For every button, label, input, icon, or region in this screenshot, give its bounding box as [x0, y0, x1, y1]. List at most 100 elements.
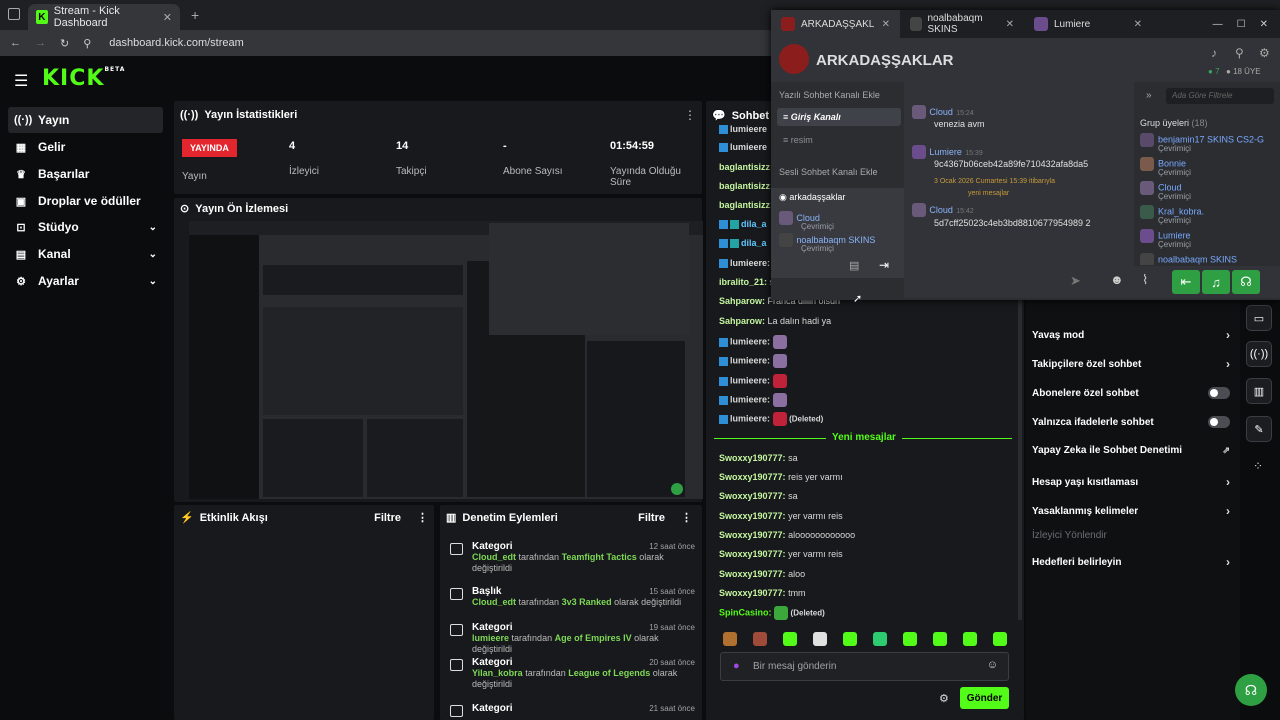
- back-icon[interactable]: ←: [10, 37, 21, 49]
- emote-icon[interactable]: [873, 632, 887, 646]
- kick-logo[interactable]: KICKBETA: [42, 66, 125, 91]
- apps-icon[interactable]: ⁘: [1253, 459, 1263, 473]
- menu-icon[interactable]: ☰: [14, 71, 28, 91]
- layout-rail-icon[interactable]: ▥: [1246, 378, 1272, 404]
- bolt-icon: ⚡: [180, 512, 194, 524]
- gear-icon[interactable]: ⚙: [1259, 46, 1270, 60]
- emote-icon[interactable]: [783, 632, 797, 646]
- calendar-icon[interactable]: ▤: [849, 259, 859, 272]
- add-voice-channel[interactable]: Sesli Sohbet Kanalı Ekle: [779, 167, 878, 177]
- send-icon[interactable]: ➤: [1070, 273, 1081, 289]
- voice-channel[interactable]: ◉ arkadaşşaklar: [779, 192, 845, 203]
- discord-tab-2[interactable]: noalbabaqm SKINS ✕: [900, 10, 1024, 38]
- setting-goals[interactable]: Hedefleri belirleyin ›: [1032, 555, 1230, 569]
- headphones-icon[interactable]: ☊: [1232, 270, 1260, 294]
- chat-input-placeholder: Bir mesaj gönderin: [753, 661, 837, 672]
- chat-rail-icon[interactable]: ▭: [1246, 305, 1272, 331]
- stats-more-icon[interactable]: ⋮: [684, 108, 696, 122]
- emote-icon[interactable]: [963, 632, 977, 646]
- support-icon[interactable]: ☊: [1235, 674, 1267, 706]
- send-button[interactable]: Gönder: [960, 687, 1009, 709]
- group-member[interactable]: noalbabaqm SKINS: [1140, 253, 1237, 265]
- group-title: Grup üyeleri (18): [1140, 118, 1208, 128]
- close-tab-icon[interactable]: ✕: [163, 11, 172, 24]
- sidebar-item-gelir[interactable]: ▦ Gelir: [8, 134, 163, 160]
- setting-account-age[interactable]: Hesap yaşı kısıtlaması ›: [1032, 475, 1230, 489]
- group-member[interactable]: Bonnie Çevrimiçi: [1140, 157, 1191, 177]
- attach-icon[interactable]: ⌇: [1142, 272, 1148, 288]
- close-window-icon[interactable]: ✕: [1260, 19, 1268, 30]
- discord-tab-1[interactable]: ARKADAŞŞAKL ✕: [771, 10, 900, 38]
- emote-icon[interactable]: [723, 632, 737, 646]
- group-member[interactable]: Lumiere Çevrimiçi: [1140, 229, 1191, 249]
- browser-tab[interactable]: K Stream - Kick Dashboard ✕: [28, 4, 180, 30]
- group-member[interactable]: Cloud Çevrimiçi: [1140, 181, 1191, 201]
- chat-settings-icon[interactable]: ⚙: [939, 692, 949, 705]
- broadcast-rail-icon[interactable]: ((·)): [1246, 341, 1272, 367]
- forward-icon[interactable]: →: [35, 37, 46, 49]
- setting-banned-words[interactable]: Yasaklanmış kelimeler ›: [1032, 504, 1230, 518]
- sidebar-item-studyo[interactable]: ⊡ Stüdyo ⌄: [8, 214, 163, 240]
- bell-icon[interactable]: ♪: [1211, 46, 1217, 60]
- chat-message: baglantisizz:: [719, 181, 774, 191]
- chat-icon: 💬: [712, 110, 726, 122]
- emoji-icon[interactable]: ☺: [987, 659, 998, 671]
- new-tab-icon[interactable]: +: [191, 7, 199, 23]
- mic-icon[interactable]: ♫: [1202, 270, 1230, 294]
- setting-ai-moderation[interactable]: Yapay Zeka ile Sohbet Denetimi ⇗: [1032, 445, 1230, 456]
- emote-icon[interactable]: [993, 632, 1007, 646]
- site-info-icon[interactable]: ⚲: [83, 37, 91, 50]
- close-tab-icon[interactable]: ✕: [1134, 19, 1142, 30]
- emote-icon[interactable]: [903, 632, 917, 646]
- sidebar-item-basarilar[interactable]: ♛ Başarılar: [8, 161, 163, 187]
- sidebar-item-droplar[interactable]: ▣ Droplar ve ödüller: [8, 188, 163, 214]
- revenue-icon: ▦: [15, 141, 27, 154]
- add-member-icon[interactable]: ⚲: [1235, 46, 1244, 60]
- activity-more-icon[interactable]: ⋮: [417, 511, 428, 524]
- sidebar-item-yayin[interactable]: ((·)) Yayın: [8, 107, 163, 133]
- discord-tab-3[interactable]: Lumiere ✕: [1024, 10, 1152, 38]
- sidebar-item-kanal[interactable]: ▤ Kanal ⌄: [8, 241, 163, 267]
- leave-icon[interactable]: ⇥: [879, 258, 889, 272]
- setting-slow-mode[interactable]: Yavaş mod ›: [1032, 328, 1230, 342]
- mod-more-icon[interactable]: ⋮: [681, 511, 692, 524]
- url-field[interactable]: dashboard.kick.com/stream: [109, 37, 244, 49]
- chat-message: Swoxxy190777: aloooooooooooo: [719, 530, 856, 540]
- channel-giris[interactable]: ≡ Giriş Kanalı: [777, 108, 901, 126]
- chat-input[interactable]: ● Bir mesaj gönderin ☺: [720, 652, 1009, 681]
- subscribers-toggle[interactable]: [1208, 387, 1230, 399]
- group-member[interactable]: benjamin17 SKINS CS2-G Çevrimiçi: [1140, 133, 1264, 153]
- chat-message: baglantisizz:: [719, 200, 774, 210]
- mouse-cursor-icon: ➚: [853, 293, 863, 305]
- sidebar-item-ayarlar[interactable]: ⚙ Ayarlar ⌄: [8, 268, 163, 294]
- emote-icon[interactable]: [753, 632, 767, 646]
- maximize-icon[interactable]: ☐: [1237, 19, 1246, 30]
- tab-overview-icon[interactable]: [8, 8, 20, 20]
- emote-icon[interactable]: [933, 632, 947, 646]
- member-search-input[interactable]: Ada Göre Filtrele: [1166, 88, 1274, 104]
- channel-resim[interactable]: ≡ resim: [783, 135, 813, 145]
- leave-voice-icon[interactable]: ⇤: [1172, 270, 1200, 294]
- close-tab-icon[interactable]: ✕: [1006, 19, 1014, 30]
- mic-icon[interactable]: ●: [733, 660, 740, 672]
- emote-icon[interactable]: [813, 632, 827, 646]
- wrench-rail-icon[interactable]: ✎: [1246, 416, 1272, 442]
- activity-filter-button[interactable]: Filtre: [374, 512, 401, 524]
- minimize-icon[interactable]: —: [1213, 19, 1223, 30]
- reload-icon[interactable]: ↻: [60, 37, 69, 50]
- mod-filter-button[interactable]: Filtre: [638, 512, 665, 524]
- mod-row: Kategori 19 saat önce lumieere tarafından…: [450, 622, 695, 655]
- emote-icon: [772, 374, 787, 388]
- emotes-toggle[interactable]: [1208, 416, 1230, 428]
- add-text-channel[interactable]: Yazılı Sohbet Kanalı Ekle: [779, 90, 880, 100]
- group-member[interactable]: Kral_kobra. Çevrimiçi: [1140, 205, 1204, 225]
- stream-preview[interactable]: [189, 221, 703, 499]
- chevron-down-icon: ⌄: [148, 221, 157, 233]
- mod-row: Kategori 12 saat önce Cloud_edt tarafında…: [450, 541, 695, 574]
- collapse-icon[interactable]: »: [1146, 90, 1152, 101]
- close-tab-icon[interactable]: ✕: [882, 19, 890, 30]
- emote-icon[interactable]: [843, 632, 857, 646]
- emoji-icon[interactable]: ☻: [1110, 272, 1124, 287]
- setting-followers-only[interactable]: Takipçilere özel sohbet ›: [1032, 357, 1230, 371]
- mod-row: Kategori 21 saat önce: [450, 703, 695, 717]
